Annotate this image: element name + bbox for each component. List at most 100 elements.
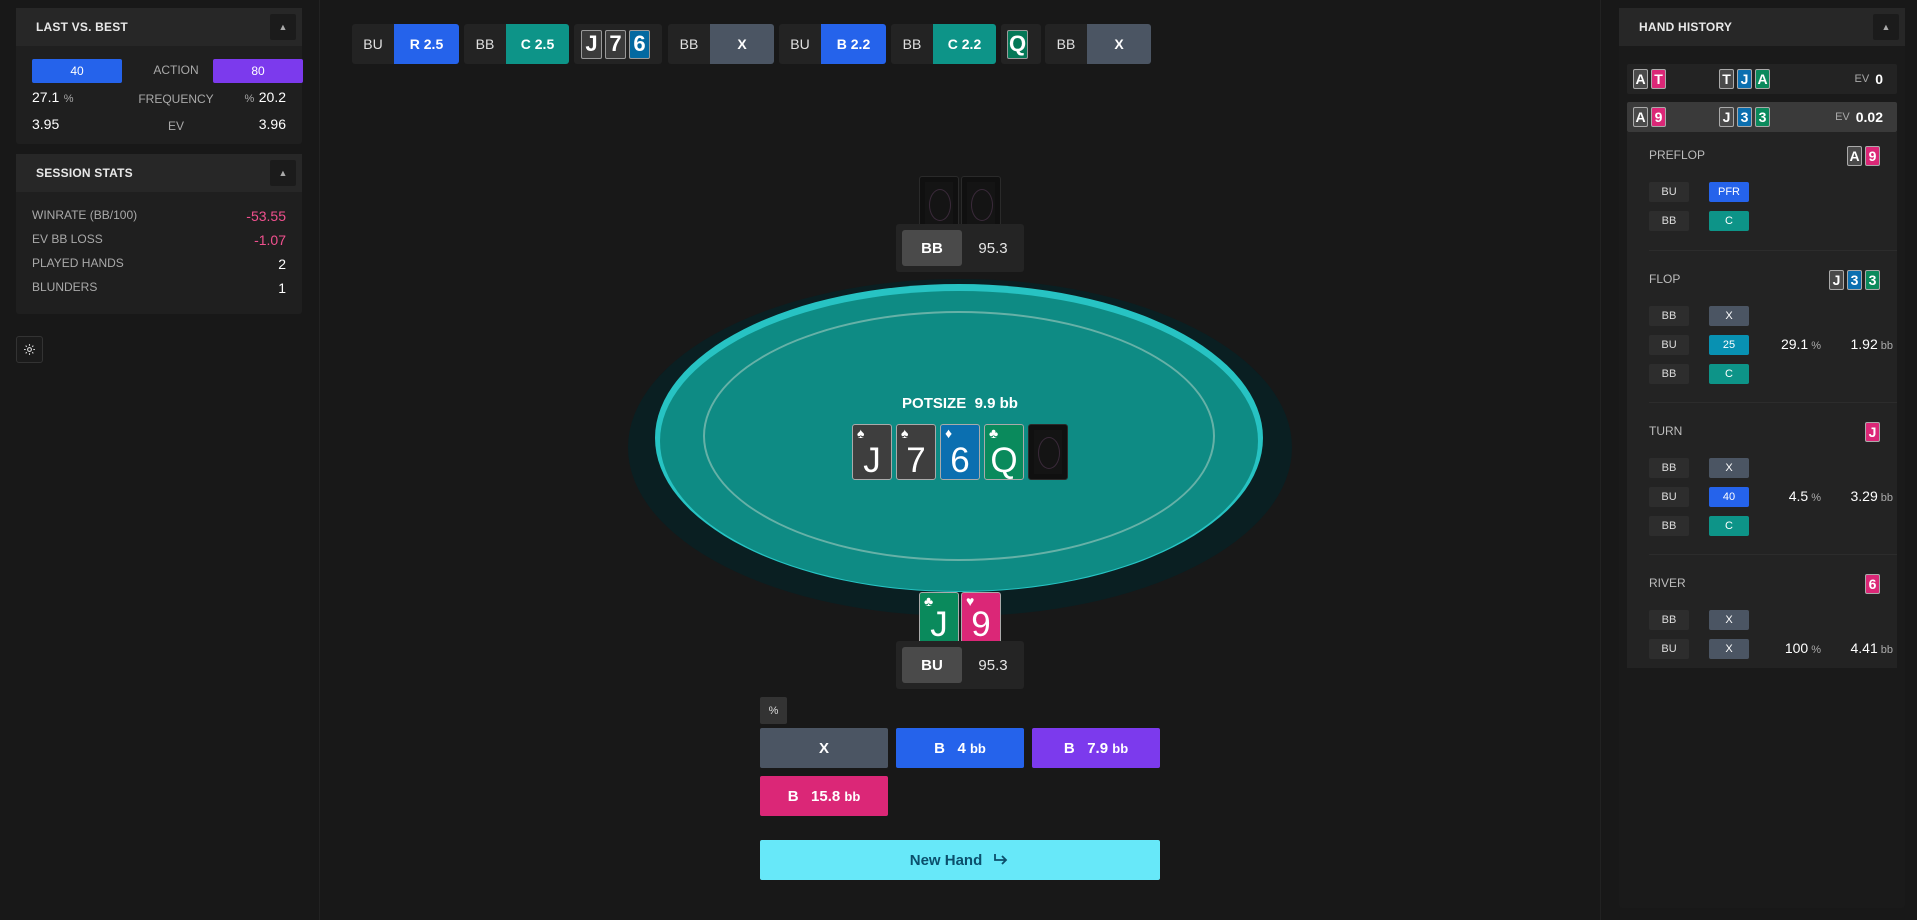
villain-stack: 95.3 xyxy=(978,239,1008,257)
flop-row-2: BU 25 29.1% 1.92 bb xyxy=(1649,335,1897,355)
hand-ev-label: EV xyxy=(1854,73,1870,85)
hand-history-entry-2[interactable]: A 9 J 3 3 EV 0.02 xyxy=(1627,102,1897,132)
action-value: R 2.5 xyxy=(394,24,459,64)
row-bb-unit: bb xyxy=(1880,644,1893,656)
bet-unit: bb xyxy=(844,788,861,804)
villain-seat: BB 95.3 xyxy=(896,224,1024,272)
collapse-session-stats-button[interactable]: ▲ xyxy=(270,160,296,186)
row-position: BB xyxy=(1649,306,1689,326)
spade-icon: ♠ xyxy=(901,425,909,441)
collapse-hand-history-button[interactable]: ▲ xyxy=(1873,14,1899,40)
last-vs-best-panel: LAST VS. BEST ▲ 40 ACTION 80 27.1 % FREQ… xyxy=(16,8,303,144)
last-vs-best-header: LAST VS. BEST ▲ xyxy=(16,8,302,46)
left-sidebar: LAST VS. BEST ▲ 40 ACTION 80 27.1 % FREQ… xyxy=(0,0,320,920)
best-frequency-unit: % xyxy=(244,93,255,105)
frequency-label: FREQUENCY xyxy=(138,92,214,106)
new-hand-label: New Hand xyxy=(909,851,983,869)
row-position: BU xyxy=(1649,182,1689,202)
hole-card: A xyxy=(1633,107,1648,127)
winrate-value: -53.55 xyxy=(246,208,286,224)
board-card: Q xyxy=(1007,29,1028,59)
last-action-badge: 40 xyxy=(32,59,122,83)
row-position: BB xyxy=(1649,211,1689,231)
settings-button[interactable] xyxy=(16,336,43,363)
bet-amount: 7.9 xyxy=(1087,739,1109,757)
collapse-last-vs-best-button[interactable]: ▲ xyxy=(270,14,296,40)
best-frequency: % 20.2 xyxy=(245,89,286,107)
hole-card: 9 xyxy=(1865,146,1880,166)
last-ev-value: 3.95 xyxy=(32,116,60,132)
board-card: J xyxy=(1737,69,1752,89)
row-bb: 4.41 bb xyxy=(1829,640,1894,656)
action-history-flop-board: J 7 6 xyxy=(574,24,662,64)
action-history-bu-raise: BU R 2.5 xyxy=(352,24,459,64)
hole-card: A xyxy=(1633,69,1648,89)
row-action: X xyxy=(1709,610,1749,630)
action-history-bb-call-flop: BB C 2.2 xyxy=(891,24,996,64)
hand-history-title: HAND HISTORY xyxy=(1639,20,1733,34)
hand-history-entry-1[interactable]: A T T J A EV 0 xyxy=(1627,64,1897,94)
check-button-label: X xyxy=(818,739,829,757)
winrate-label: WINRATE (BB/100) xyxy=(32,208,138,222)
river-row-2: BU X 100% 4.41 bb xyxy=(1649,639,1897,659)
action-history-turn-board: Q xyxy=(1001,24,1041,64)
check-button[interactable]: X xyxy=(760,728,888,768)
action-label: ACTION xyxy=(153,63,199,77)
row-action: 25 xyxy=(1709,335,1749,355)
heart-icon: ♥ xyxy=(966,593,975,609)
row-frequency: 29.1% xyxy=(1761,336,1821,352)
bet-unit: bb xyxy=(1112,740,1129,756)
card-rank: 9 xyxy=(971,605,991,644)
bet-4bb-button[interactable]: B 4 bb xyxy=(896,728,1024,768)
action-history-bb-call: BB C 2.5 xyxy=(464,24,569,64)
board-card-3: ♦ 6 xyxy=(940,424,980,480)
hand-history-panel: HAND HISTORY ▲ A T T J A EV 0 A 9 J 3 3 … xyxy=(1619,8,1905,908)
action-value: B 2.2 xyxy=(821,24,886,64)
session-stats-header: SESSION STATS ▲ xyxy=(16,154,302,192)
row-frequency-unit: % xyxy=(1811,492,1821,504)
bet-15-8bb-button[interactable]: B 15.8 bb xyxy=(760,776,888,816)
board-card-back xyxy=(1028,424,1068,480)
row-bb-unit: bb xyxy=(1880,492,1893,504)
row-frequency-unit: % xyxy=(1811,644,1821,656)
board-card: 3 xyxy=(1865,270,1880,290)
ev-bb-loss-label: EV BB LOSS xyxy=(32,232,103,246)
board-card: J xyxy=(581,29,602,59)
river-title: RIVER xyxy=(1649,576,1686,590)
bet-prefix: B xyxy=(934,739,945,757)
percent-toggle-button[interactable]: % xyxy=(760,697,787,724)
preflop-cards: A 9 xyxy=(1847,146,1883,166)
best-ev-value: 3.96 xyxy=(258,116,286,132)
action-history-bu-bet: BU B 2.2 xyxy=(779,24,886,64)
hand-ev-value: 0.02 xyxy=(1855,109,1883,125)
hole-card: T xyxy=(1651,69,1666,89)
row-action: X xyxy=(1709,639,1749,659)
card-rank: J xyxy=(863,441,881,480)
hand-history-header: HAND HISTORY ▲ xyxy=(1619,8,1905,46)
potsize: POTSIZE 9.9 bb xyxy=(860,395,1060,412)
new-hand-button[interactable]: New Hand xyxy=(760,840,1160,880)
hero-card-2: ♥ 9 xyxy=(961,592,1001,644)
row-bb-value: 1.92 xyxy=(1850,336,1878,352)
last-frequency-value: 27.1 xyxy=(32,89,60,105)
action-position: BB xyxy=(1045,24,1087,64)
row-action: C xyxy=(1709,211,1749,231)
row-position: BB xyxy=(1649,458,1689,478)
bet-unit: bb xyxy=(969,740,986,756)
bet-7-9bb-button[interactable]: B 7.9 bb xyxy=(1032,728,1160,768)
best-frequency-value: 20.2 xyxy=(258,89,286,105)
card-rank: Q xyxy=(990,441,1018,480)
board-card-1: ♠ J xyxy=(852,424,892,480)
action-history-bb-check: BB X xyxy=(668,24,774,64)
board-card-2: ♠ 7 xyxy=(896,424,936,480)
action-position: BB xyxy=(464,24,506,64)
action-position: BU xyxy=(352,24,394,64)
row-frequency-value: 29.1 xyxy=(1780,336,1809,352)
board-card: 3 xyxy=(1847,270,1862,290)
board-card: 6 xyxy=(1865,574,1880,594)
last-frequency-unit: % xyxy=(63,93,74,105)
board-card: 3 xyxy=(1737,107,1752,127)
potsize-label: POTSIZE xyxy=(902,395,967,412)
diamond-icon: ♦ xyxy=(945,425,953,441)
bet-amount: 4 xyxy=(957,739,966,757)
